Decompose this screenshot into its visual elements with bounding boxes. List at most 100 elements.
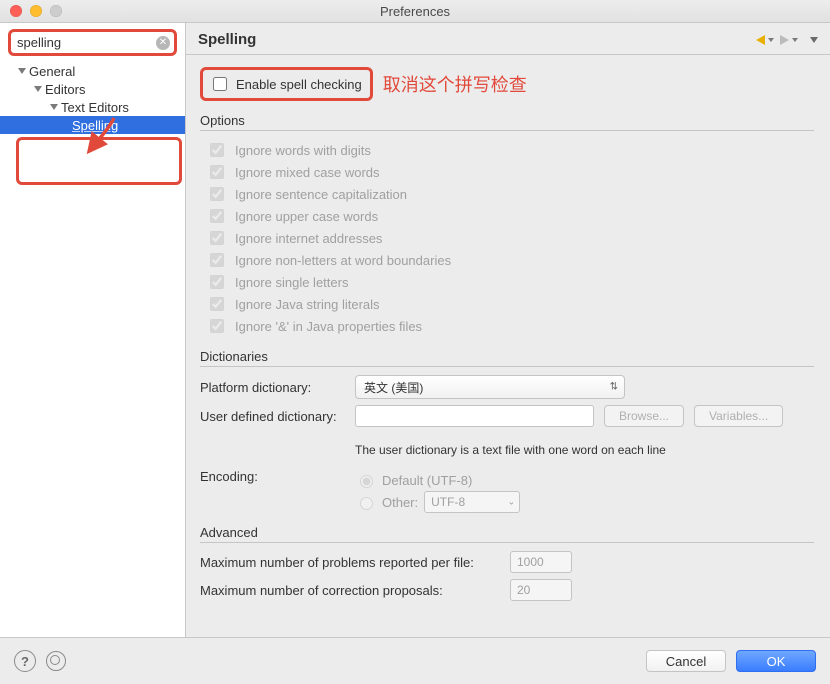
option-label: Ignore sentence capitalization — [235, 187, 407, 202]
options-list: Ignore words with digits Ignore mixed ca… — [200, 139, 814, 337]
option-checkbox — [210, 231, 224, 245]
nav-forward-button — [780, 35, 798, 45]
clear-icon[interactable]: ✕ — [156, 36, 170, 50]
maximize-icon — [50, 5, 62, 17]
tree-item-general[interactable]: General — [0, 62, 185, 80]
option-row: Ignore upper case words — [206, 205, 814, 227]
option-label: Ignore internet addresses — [235, 231, 382, 246]
help-button[interactable]: ? — [14, 650, 36, 672]
option-checkbox — [210, 165, 224, 179]
tree-label: General — [29, 64, 75, 79]
main-panel: Spelling — [186, 23, 830, 637]
option-row: Ignore non-letters at word boundaries — [206, 249, 814, 271]
chevron-down-icon — [18, 68, 26, 74]
options-group: Options Ignore words with digits Ignore … — [200, 113, 814, 337]
max-proposals-row: Maximum number of correction proposals: — [200, 579, 814, 601]
max-problems-input — [510, 551, 572, 573]
tree-item-spelling[interactable]: Spelling — [0, 116, 185, 134]
titlebar: Preferences — [0, 0, 830, 23]
divider — [200, 130, 814, 131]
user-dictionary-input[interactable] — [355, 405, 594, 427]
max-problems-label: Maximum number of problems reported per … — [200, 555, 500, 570]
option-label: Ignore single letters — [235, 275, 348, 290]
encoding-default-radio — [360, 475, 373, 488]
preferences-tree: General Editors Text Editors Spelling — [0, 60, 185, 136]
arrow-right-icon — [780, 35, 789, 45]
platform-dictionary-row: Platform dictionary: 英文 (美国) ⇅ — [200, 375, 814, 399]
annotation-box — [16, 137, 182, 185]
user-dictionary-row: User defined dictionary: Browse... Varia… — [200, 405, 814, 427]
divider — [200, 542, 814, 543]
chevron-down-icon — [768, 38, 774, 42]
enable-spellcheck-checkbox[interactable] — [213, 77, 227, 91]
updown-icon: ⇅ — [610, 382, 618, 393]
encoding-other-radio-row: Other: UTF-8 ⌄ — [355, 491, 520, 513]
option-checkbox — [210, 209, 224, 223]
advanced-group: Advanced Maximum number of problems repo… — [200, 525, 814, 601]
chevron-down-icon — [50, 104, 58, 110]
variables-button: Variables... — [694, 405, 783, 427]
page-header: Spelling — [186, 23, 830, 55]
search-input[interactable] — [11, 32, 174, 53]
browse-button: Browse... — [604, 405, 684, 427]
select-value: 英文 (美国) — [364, 379, 423, 396]
arrow-left-icon — [756, 35, 765, 45]
search-box: ✕ — [8, 29, 177, 56]
nav-back-button[interactable] — [756, 35, 774, 45]
preferences-window: Preferences ✕ General Edito — [0, 0, 830, 684]
option-checkbox — [210, 187, 224, 201]
close-icon[interactable] — [10, 5, 22, 17]
dictionaries-group: Dictionaries Platform dictionary: 英文 (美国… — [200, 349, 814, 513]
option-label: Ignore non-letters at word boundaries — [235, 253, 451, 268]
max-problems-row: Maximum number of problems reported per … — [200, 551, 814, 573]
cancel-button[interactable]: Cancel — [646, 650, 726, 672]
platform-dictionary-select[interactable]: 英文 (美国) ⇅ — [355, 375, 625, 399]
chevron-down-icon: ⌄ — [508, 497, 516, 508]
tree-label: Editors — [45, 82, 85, 97]
option-row: Ignore words with digits — [206, 139, 814, 161]
minimize-icon[interactable] — [30, 5, 42, 17]
encoding-label: Encoding: — [200, 469, 345, 484]
encoding-default-label: Default (UTF-8) — [382, 473, 472, 488]
window-title: Preferences — [0, 4, 830, 19]
user-dictionary-label: User defined dictionary: — [200, 409, 345, 424]
enable-spellcheck-row[interactable]: Enable spell checking — [200, 67, 373, 101]
group-title: Options — [200, 113, 814, 128]
divider — [200, 366, 814, 367]
page-title: Spelling — [198, 31, 756, 48]
page-menu-button[interactable] — [810, 37, 818, 43]
option-checkbox — [210, 297, 224, 311]
encoding-row: Encoding: Default (UTF-8) Other: UTF-8 — [200, 469, 814, 513]
option-label: Ignore mixed case words — [235, 165, 380, 180]
import-export-button[interactable] — [46, 651, 66, 671]
annotation-text: 取消这个拼写检查 — [383, 71, 527, 97]
option-checkbox — [210, 143, 224, 157]
group-title: Dictionaries — [200, 349, 814, 364]
encoding-other-combo: UTF-8 ⌄ — [424, 491, 520, 513]
option-row: Ignore internet addresses — [206, 227, 814, 249]
encoding-other-value: UTF-8 — [431, 495, 465, 509]
tree-item-text-editors[interactable]: Text Editors — [0, 98, 185, 116]
enable-spellcheck-label: Enable spell checking — [236, 77, 362, 92]
max-proposals-input — [510, 579, 572, 601]
chevron-down-icon — [34, 86, 42, 92]
ok-button[interactable]: OK — [736, 650, 816, 672]
option-label: Ignore '&' in Java properties files — [235, 319, 422, 334]
encoding-other-radio — [360, 497, 373, 510]
tree-label: Text Editors — [61, 100, 129, 115]
encoding-other-label: Other: — [382, 495, 418, 510]
option-row: Ignore mixed case words — [206, 161, 814, 183]
option-checkbox — [210, 319, 224, 333]
page-content: Enable spell checking 取消这个拼写检查 Options I… — [186, 55, 830, 637]
window-controls — [0, 5, 62, 17]
sidebar: ✕ General Editors Text Editors — [0, 23, 186, 637]
tree-label: Spelling — [72, 118, 118, 133]
option-row: Ignore sentence capitalization — [206, 183, 814, 205]
tree-item-editors[interactable]: Editors — [0, 80, 185, 98]
footer: ? Cancel OK — [0, 637, 830, 684]
option-row: Ignore '&' in Java properties files — [206, 315, 814, 337]
option-row: Ignore Java string literals — [206, 293, 814, 315]
option-label: Ignore upper case words — [235, 209, 378, 224]
option-label: Ignore words with digits — [235, 143, 371, 158]
encoding-default-radio-row: Default (UTF-8) — [355, 469, 520, 491]
